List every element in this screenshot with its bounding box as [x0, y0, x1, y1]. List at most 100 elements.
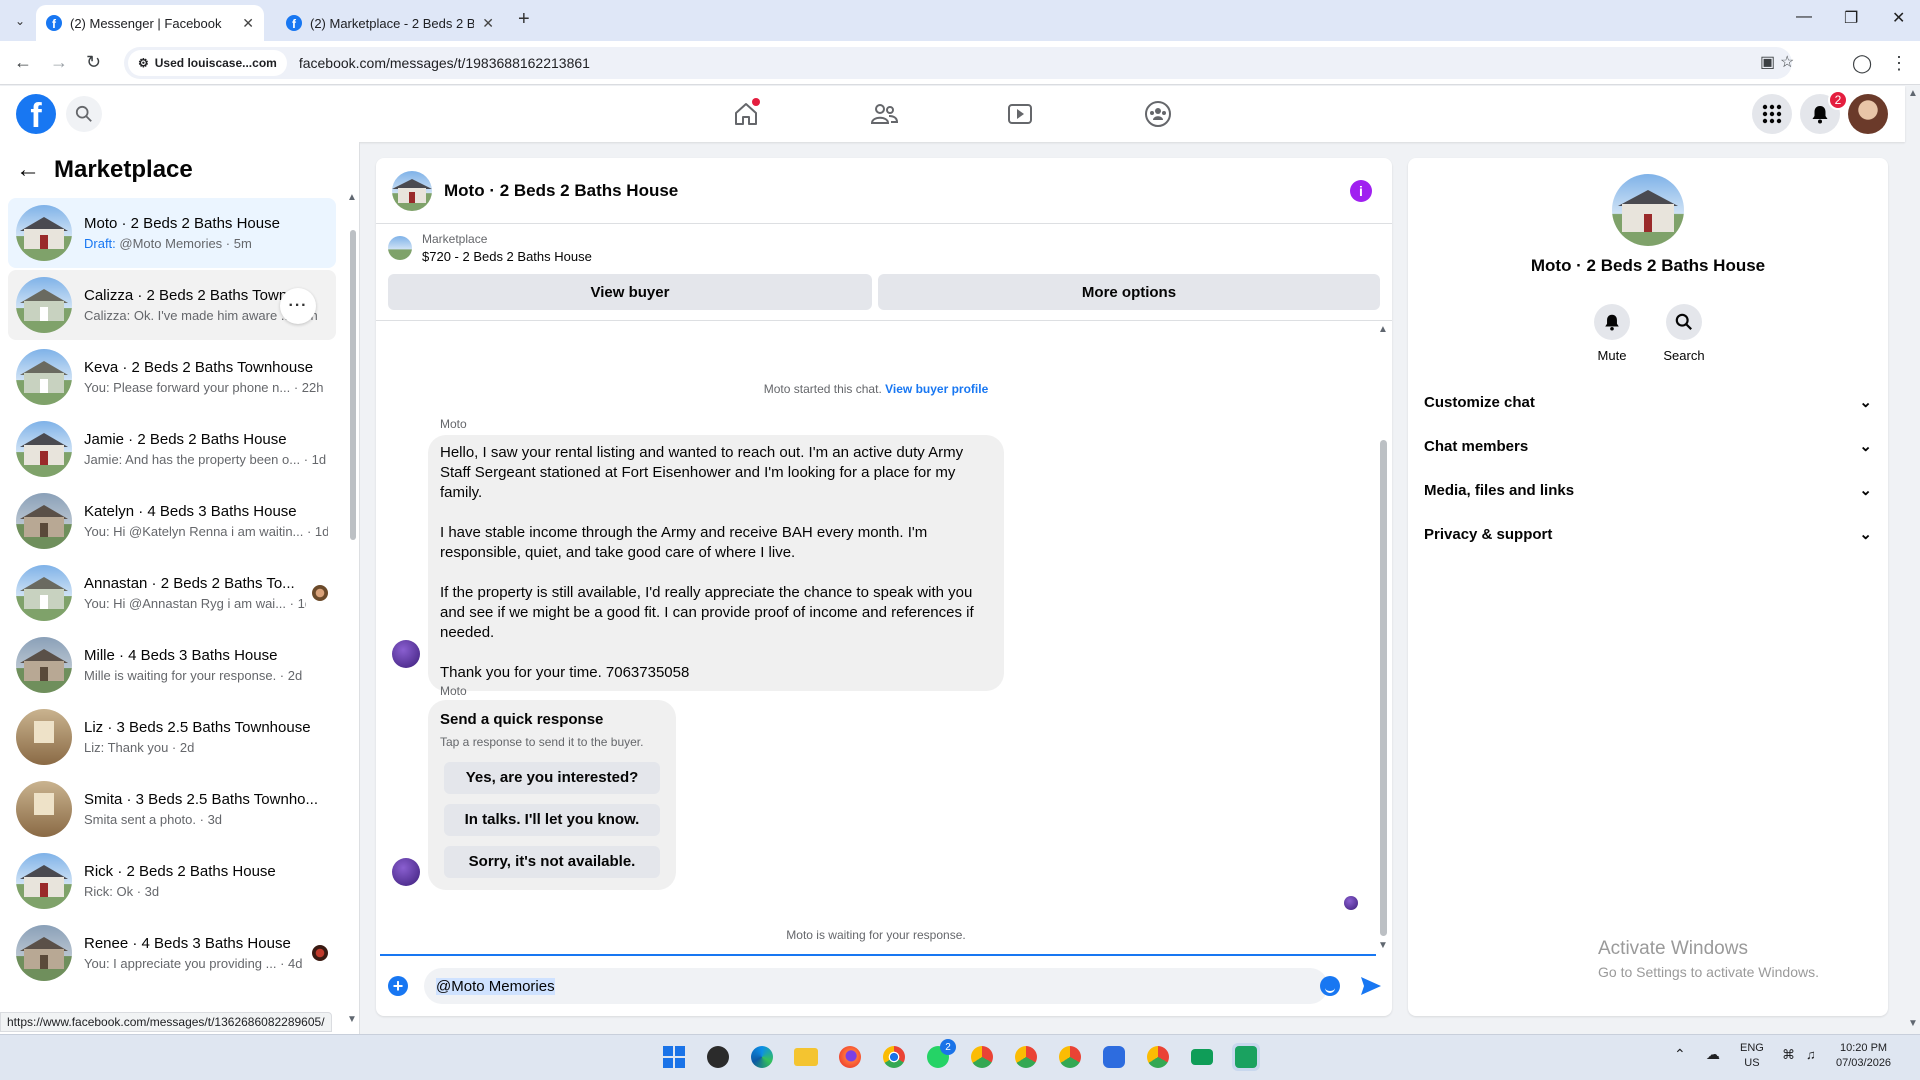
chat-panel: Moto · 2 Beds 2 Baths House i Marketplac… — [376, 158, 1392, 1016]
back-button[interactable]: ← — [14, 52, 32, 73]
bell-icon — [1605, 314, 1619, 331]
chat-started-text: Moto started this chat. — [763, 382, 882, 396]
scroll-down-arrow-icon[interactable]: ▼ — [1378, 940, 1388, 951]
clock[interactable]: 10:20 PM 07/03/2026 — [1836, 1041, 1891, 1071]
close-tab-icon[interactable]: ✕ — [242, 15, 254, 32]
omnibox[interactable]: ⚙ Used louiscase...com facebook.com/mess… — [124, 47, 1794, 79]
section-label: Media, files and links — [1424, 481, 1575, 499]
new-tab-button[interactable]: + — [518, 8, 530, 31]
privacy-support-section[interactable]: Privacy & support ⌄ — [1424, 512, 1872, 556]
media-files-links-section[interactable]: Media, files and links ⌄ — [1424, 468, 1872, 512]
message-input-value: @Moto Memories — [436, 977, 555, 995]
chat-members-section[interactable]: Chat members ⌄ — [1424, 424, 1872, 468]
close-window-button[interactable]: ✕ — [1892, 8, 1905, 28]
send-icon[interactable] — [1360, 976, 1382, 996]
language-indicator[interactable]: ENG US — [1740, 1041, 1764, 1071]
wifi-icon[interactable]: ⌘ — [1782, 1047, 1795, 1062]
back-arrow-icon[interactable]: ← — [16, 156, 40, 184]
account-avatar[interactable] — [1848, 94, 1888, 134]
conversation-preview: Jamie: And has the property been o... · … — [84, 452, 327, 467]
mute-button[interactable]: Mute — [1576, 304, 1648, 363]
firefox-icon[interactable] — [836, 1043, 864, 1071]
conversation-item[interactable]: Liz · 3 Beds 2.5 Baths Townhouse Liz: Th… — [8, 702, 336, 772]
buyer-avatar[interactable] — [392, 640, 420, 668]
listing-summary[interactable]: Marketplace $720 - 2 Beds 2 Baths House — [388, 232, 592, 264]
message-input[interactable]: @Moto Memories — [424, 968, 1328, 1004]
cloud-offline-icon[interactable]: ☁ — [1706, 1047, 1720, 1062]
file-explorer-icon[interactable] — [792, 1043, 820, 1071]
conversation-item[interactable]: Smita · 3 Beds 2.5 Baths Townho... Smita… — [8, 774, 336, 844]
browser-tab-marketplace[interactable]: f (2) Marketplace - 2 Beds 2 Baths ✕ — [276, 5, 504, 41]
chrome-profile-icon[interactable] — [1012, 1043, 1040, 1071]
sidebar-scrollbar[interactable] — [350, 230, 356, 540]
bookmark-star-icon[interactable]: ☆ — [1780, 52, 1794, 72]
scroll-down-arrow-icon[interactable]: ▼ — [347, 1014, 357, 1025]
chrome-profile-icon[interactable] — [968, 1043, 996, 1071]
active-app-icon[interactable] — [1232, 1043, 1260, 1071]
chrome-profile-icon[interactable] — [1144, 1043, 1172, 1071]
restore-button[interactable]: ❐ — [1844, 8, 1858, 28]
edge-browser-icon[interactable] — [748, 1043, 776, 1071]
chrome-profile-icon[interactable] — [1056, 1043, 1084, 1071]
friends-icon[interactable] — [870, 100, 898, 128]
quick-response-option[interactable]: Sorry, it's not available. — [444, 846, 660, 878]
conversation-item[interactable]: Mille · 4 Beds 3 Baths House Mille is wa… — [8, 630, 336, 700]
media-app-icon[interactable] — [704, 1043, 732, 1071]
conversation-item[interactable]: Moto · 2 Beds 2 Baths House Draft: @Moto… — [8, 198, 336, 268]
install-app-icon[interactable]: ▣ — [1760, 52, 1775, 72]
forward-button[interactable]: → — [50, 52, 68, 73]
site-info-chip[interactable]: ⚙ Used louiscase...com — [128, 50, 287, 76]
chat-info-avatar[interactable] — [1612, 174, 1684, 246]
bell-icon — [1812, 106, 1828, 124]
conversation-more-button[interactable]: ··· — [280, 288, 316, 324]
chrome-icon[interactable] — [880, 1043, 908, 1071]
more-options-button[interactable]: More options — [878, 274, 1380, 310]
conversation-item[interactable]: Renee · 4 Beds 3 Baths House You: I appr… — [8, 918, 336, 988]
browser-profile-icon[interactable]: ◯ — [1852, 53, 1872, 74]
minimize-button[interactable]: — — [1796, 8, 1812, 26]
browser-tab-messenger[interactable]: f (2) Messenger | Facebook ✕ — [36, 5, 264, 41]
view-buyer-button[interactable]: View buyer — [388, 274, 872, 310]
customize-chat-section[interactable]: Customize chat ⌄ — [1424, 380, 1872, 424]
search-button[interactable] — [66, 96, 102, 132]
tab-search-button[interactable]: ⌄ — [8, 9, 32, 33]
conversation-preview: Draft: @Moto Memories · 5m — [84, 236, 328, 251]
quick-response-option[interactable]: In talks. I'll let you know. — [444, 804, 660, 836]
message-sender-name: Moto — [440, 684, 467, 698]
view-buyer-profile-link[interactable]: View buyer profile — [885, 382, 988, 396]
menu-button[interactable] — [1752, 94, 1792, 134]
volume-icon[interactable]: ♫ — [1806, 1047, 1816, 1062]
conversation-item[interactable]: Jamie · 2 Beds 2 Baths House Jamie: And … — [8, 414, 336, 484]
reload-button[interactable]: ↻ — [86, 52, 101, 73]
close-tab-icon[interactable]: ✕ — [482, 15, 494, 32]
voicemail-app-icon[interactable] — [1188, 1043, 1216, 1071]
emoji-icon[interactable] — [1320, 976, 1340, 996]
app-icon[interactable] — [1100, 1043, 1128, 1071]
windows-start-icon[interactable] — [660, 1043, 688, 1071]
chat-listing-thumbnail[interactable] — [392, 170, 432, 211]
conversation-name: Jamie · 2 Beds 2 Baths House — [84, 431, 287, 448]
watch-icon[interactable] — [1006, 100, 1034, 128]
info-icon[interactable]: i — [1350, 180, 1372, 202]
groups-icon[interactable] — [1144, 100, 1172, 128]
chat-title[interactable]: Moto · 2 Beds 2 Baths House — [444, 181, 678, 201]
scroll-up-arrow-icon[interactable]: ▲ — [1378, 324, 1388, 335]
conversation-item[interactable]: Annastan · 2 Beds 2 Baths To... You: Hi … — [8, 558, 336, 628]
chat-scrollbar[interactable] — [1380, 440, 1387, 936]
scroll-up-arrow-icon[interactable]: ▲ — [347, 192, 357, 203]
tray-chevron-icon[interactable]: ⌃ — [1674, 1047, 1686, 1062]
conversation-item[interactable]: Calizza · 2 Beds 2 Baths Town... Calizza… — [8, 270, 336, 340]
page-scroll-up-arrow-icon[interactable]: ▲ — [1908, 88, 1918, 99]
conversation-item[interactable]: Rick · 2 Beds 2 Baths House Rick: Ok · 3… — [8, 846, 336, 916]
facebook-logo[interactable]: f — [16, 94, 56, 134]
conversation-item[interactable]: Keva · 2 Beds 2 Baths Townhouse You: Ple… — [8, 342, 336, 412]
page-scroll-down-arrow-icon[interactable]: ▼ — [1908, 1018, 1918, 1029]
plus-icon[interactable]: + — [388, 976, 408, 996]
quick-response-option[interactable]: Yes, are you interested? — [444, 762, 660, 794]
conversation-item[interactable]: Katelyn · 4 Beds 3 Baths House You: Hi @… — [8, 486, 336, 556]
browser-menu-icon[interactable]: ⋮ — [1890, 53, 1908, 74]
url-text[interactable]: facebook.com/messages/t/1983688162213861 — [299, 55, 590, 71]
buyer-avatar[interactable] — [392, 858, 420, 886]
chat-started-notice: Moto started this chat. View buyer profi… — [376, 382, 1376, 396]
search-in-chat-button[interactable]: Search — [1648, 304, 1720, 363]
